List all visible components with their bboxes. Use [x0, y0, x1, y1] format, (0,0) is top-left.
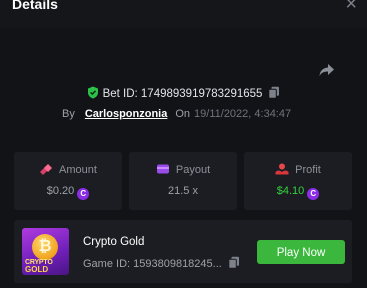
payout-card: Payout 21.5 x [129, 152, 237, 210]
wallet-icon [156, 164, 169, 174]
game-thumbnail[interactable]: ₿ CRYPTO GOLD [22, 228, 69, 275]
thumbnail-title-line2: GOLD [25, 265, 49, 274]
amount-value: $0.20 [46, 185, 75, 197]
share-icon[interactable] [318, 61, 336, 79]
game-id-row: Game ID: 1593809818245... [83, 256, 240, 270]
game-card: ₿ CRYPTO GOLD Crypto Gold Game ID: 15938… [14, 220, 352, 283]
coin-icon: C [77, 188, 90, 200]
coin-icon: C [307, 188, 320, 200]
amount-label: Amount [59, 164, 97, 176]
close-icon[interactable]: × [345, 0, 357, 14]
amount-card: Amount $0.20 C [14, 152, 122, 210]
username-link[interactable]: Carlosponzonia [85, 108, 168, 120]
page-title: Details [12, 0, 58, 12]
shield-check-icon [87, 86, 98, 99]
details-header: Details × [0, 0, 367, 28]
payout-value: 21.5 x [168, 185, 198, 197]
profit-icon [275, 163, 289, 175]
play-now-button[interactable]: Play Now [257, 240, 345, 264]
bet-date: 19/11/2022, 4:34:47 [194, 108, 292, 120]
game-name: Crypto Gold [83, 236, 145, 248]
bitcoin-icon: ₿ [32, 234, 58, 260]
profit-value: $4.10 [276, 185, 305, 197]
bet-owner-row: By Carlosponzonia On 19/11/2022, 4:34:47 [62, 108, 291, 124]
by-label: By [62, 108, 75, 120]
profit-card: Profit $4.10 C [244, 152, 352, 210]
payout-label: Payout [175, 164, 211, 176]
profit-label: Profit [295, 164, 321, 176]
bet-id-row: Bet ID: 1749893919783291655 [0, 86, 367, 102]
copy-icon[interactable] [268, 86, 280, 99]
bet-id-text: Bet ID: 1749893919783291655 [102, 88, 263, 100]
copy-icon[interactable] [228, 256, 240, 269]
coins-icon [40, 164, 53, 175]
game-id-text: Game ID: 1593809818245... [83, 258, 222, 270]
on-label: On [175, 108, 191, 120]
